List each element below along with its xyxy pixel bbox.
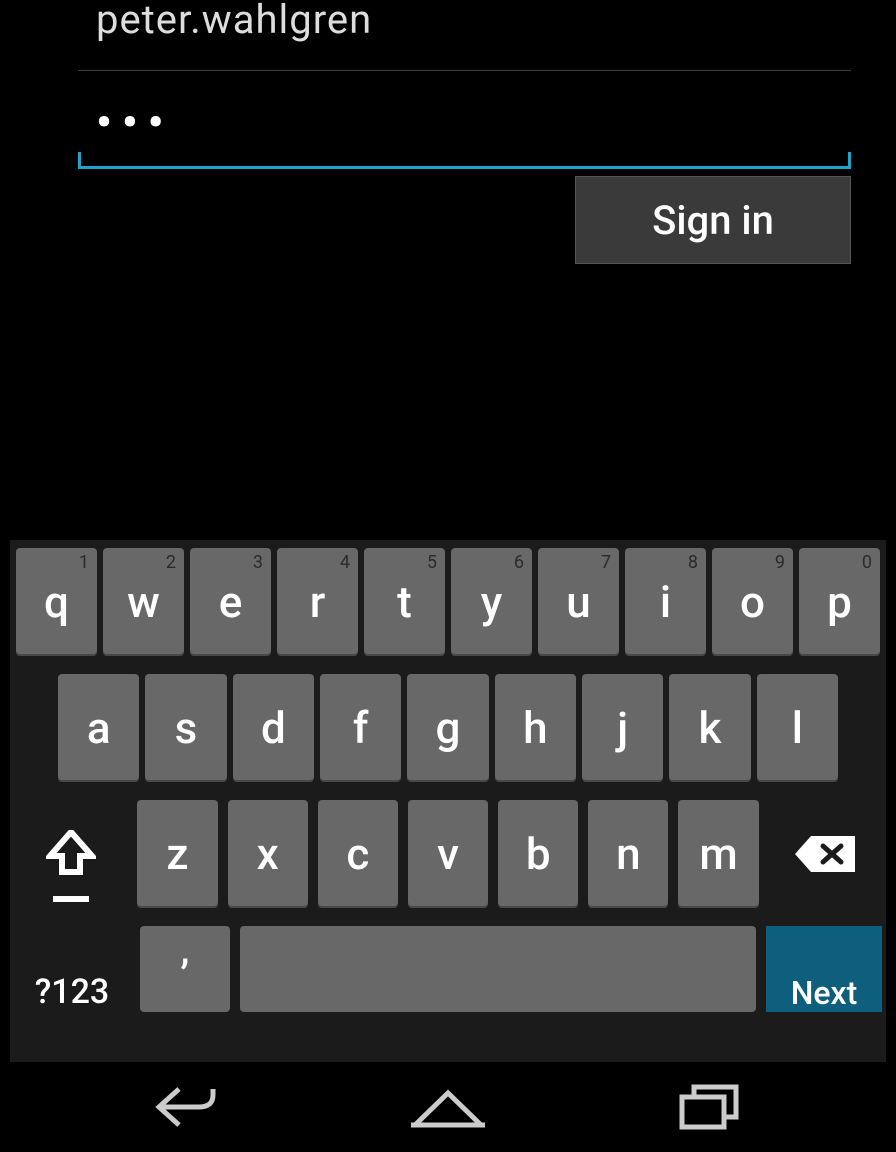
key-h[interactable]: h bbox=[495, 674, 576, 782]
key-row-3: z x c v b n m bbox=[10, 800, 886, 908]
key-o[interactable]: 9o bbox=[712, 548, 793, 656]
recent-apps-button[interactable] bbox=[635, 1072, 785, 1142]
key-l[interactable]: l bbox=[757, 674, 838, 782]
recent-apps-icon bbox=[678, 1083, 742, 1131]
home-icon bbox=[409, 1085, 487, 1129]
home-button[interactable] bbox=[373, 1072, 523, 1142]
nav-bar bbox=[0, 1062, 896, 1152]
key-u[interactable]: 7u bbox=[538, 548, 619, 656]
key-x[interactable]: x bbox=[228, 800, 308, 908]
key-j[interactable]: j bbox=[582, 674, 663, 782]
key-b[interactable]: b bbox=[498, 800, 578, 908]
shift-icon bbox=[46, 830, 96, 878]
password-value: ••• bbox=[78, 96, 851, 154]
key-e[interactable]: 3e bbox=[190, 548, 271, 656]
back-icon bbox=[151, 1081, 223, 1133]
signin-label: Sign in bbox=[652, 197, 774, 244]
username-value: peter.wahlgren bbox=[78, 0, 851, 48]
key-z[interactable]: z bbox=[137, 800, 217, 908]
signin-button[interactable]: Sign in bbox=[575, 176, 851, 264]
key-row-2: a s d f g h j k l bbox=[10, 674, 886, 782]
next-key[interactable]: Next bbox=[766, 926, 882, 1012]
key-row-1: 1q 2w 3e 4r 5t 6y 7u 8i 9o 0p bbox=[10, 548, 886, 656]
key-p[interactable]: 0p bbox=[799, 548, 880, 656]
key-a[interactable]: a bbox=[58, 674, 139, 782]
key-i[interactable]: 8i bbox=[625, 548, 706, 656]
key-m[interactable]: m bbox=[678, 800, 758, 908]
symbols-key[interactable]: ?123 bbox=[14, 926, 130, 1012]
key-q[interactable]: 1q bbox=[16, 548, 97, 656]
key-row-4: ?123 , Next bbox=[10, 926, 886, 1012]
backspace-key[interactable] bbox=[769, 800, 882, 908]
next-label: Next bbox=[791, 974, 858, 1012]
key-y[interactable]: 6y bbox=[451, 548, 532, 656]
symbols-label: ?123 bbox=[35, 972, 110, 1012]
key-r[interactable]: 4r bbox=[277, 548, 358, 656]
key-g[interactable]: g bbox=[407, 674, 488, 782]
backspace-icon bbox=[793, 834, 857, 874]
soft-keyboard: 1q 2w 3e 4r 5t 6y 7u 8i 9o 0p a s d f g … bbox=[10, 540, 886, 1062]
key-c[interactable]: c bbox=[318, 800, 398, 908]
key-t[interactable]: 5t bbox=[364, 548, 445, 656]
key-s[interactable]: s bbox=[145, 674, 226, 782]
key-v[interactable]: v bbox=[408, 800, 488, 908]
key-d[interactable]: d bbox=[233, 674, 314, 782]
username-field[interactable]: peter.wahlgren bbox=[78, 0, 851, 71]
shift-underline-icon bbox=[53, 896, 89, 902]
shift-key[interactable] bbox=[14, 800, 127, 908]
key-f[interactable]: f bbox=[320, 674, 401, 782]
back-button[interactable] bbox=[112, 1072, 262, 1142]
space-key[interactable] bbox=[240, 926, 756, 1012]
key-k[interactable]: k bbox=[669, 674, 750, 782]
comma-key[interactable]: , bbox=[140, 926, 230, 1012]
key-n[interactable]: n bbox=[588, 800, 668, 908]
key-w[interactable]: 2w bbox=[103, 548, 184, 656]
password-field[interactable]: ••• bbox=[78, 96, 851, 169]
